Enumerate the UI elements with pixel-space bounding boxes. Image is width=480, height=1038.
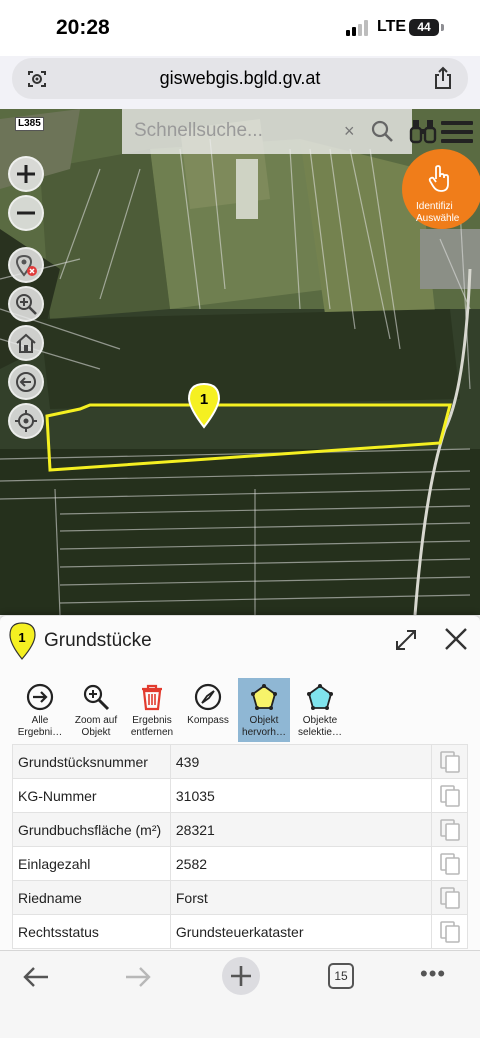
plus-icon bbox=[231, 966, 251, 986]
copy-cell[interactable] bbox=[431, 914, 468, 949]
attribute-key: Rechtsstatus bbox=[12, 914, 171, 949]
url-text[interactable]: giswebgis.bgld.gv.at bbox=[12, 68, 468, 89]
remove-result-button[interactable]: Ergebnis entfernen bbox=[126, 678, 178, 742]
copy-cell[interactable] bbox=[431, 880, 468, 915]
all-results-button[interactable]: Alle Ergebni… bbox=[14, 678, 66, 742]
plus-icon bbox=[17, 165, 35, 183]
battery-icon: 44 bbox=[409, 19, 439, 36]
quick-search[interactable]: Schnellsuche... × bbox=[122, 109, 412, 154]
attribute-key: Grundbuchsfläche (m²) bbox=[12, 812, 171, 847]
share-icon[interactable] bbox=[432, 66, 454, 90]
copy-cell[interactable] bbox=[431, 744, 468, 779]
binoculars-icon[interactable] bbox=[409, 118, 437, 144]
attribute-value: Forst bbox=[169, 880, 433, 915]
location-off-icon bbox=[15, 254, 37, 277]
address-bar[interactable]: giswebgis.bgld.gv.at bbox=[12, 58, 468, 99]
trash-icon bbox=[142, 684, 162, 711]
tool-label: Objekt hervorh… bbox=[242, 715, 286, 738]
highlight-polygon-icon bbox=[251, 684, 277, 710]
select-polygon-icon bbox=[307, 684, 333, 710]
select-objects-button[interactable]: Objekte selektie… bbox=[294, 678, 346, 742]
zoom-in-icon bbox=[83, 684, 110, 711]
attribute-value: 28321 bbox=[169, 812, 433, 847]
copy-icon[interactable] bbox=[439, 750, 461, 774]
locate-button[interactable] bbox=[8, 403, 44, 439]
more-icon[interactable]: ••• bbox=[420, 961, 446, 987]
attribute-table: Grundstücksnummer 439 KG-Nummer 31035 Grundb… bbox=[12, 744, 468, 949]
attribute-key: Riedname bbox=[12, 880, 171, 915]
copy-icon[interactable] bbox=[439, 920, 461, 944]
search-input[interactable]: Schnellsuche... bbox=[134, 120, 263, 142]
result-panel: 1 Grundstücke Alle Ergebni… Zoom auf Obj… bbox=[0, 615, 480, 950]
zoom-to-object-button[interactable]: Zoom auf Objekt bbox=[70, 678, 122, 742]
arrow-right-circle-icon bbox=[26, 683, 54, 711]
result-toolbar: Alle Ergebni… Zoom auf Objekt Ergebnis e… bbox=[12, 678, 472, 744]
map-marker-number: 1 bbox=[199, 391, 209, 408]
forward-icon[interactable] bbox=[124, 965, 152, 989]
copy-icon[interactable] bbox=[439, 852, 461, 876]
tool-label: Kompass bbox=[187, 715, 229, 726]
back-icon[interactable] bbox=[22, 965, 50, 989]
crosshair-icon bbox=[15, 410, 37, 432]
previous-view-button[interactable] bbox=[8, 364, 44, 400]
back-arrow-icon bbox=[16, 372, 36, 392]
home-button[interactable] bbox=[8, 325, 44, 361]
attribute-row: Einlagezahl 2582 bbox=[12, 846, 468, 881]
panel-header: 1 Grundstücke bbox=[0, 616, 480, 662]
attribute-row: Riedname Forst bbox=[12, 880, 468, 915]
road-label: L385 bbox=[15, 117, 44, 131]
attribute-row: KG-Nummer 31035 bbox=[12, 778, 468, 813]
new-tab-button[interactable] bbox=[222, 957, 260, 995]
attribute-key: KG-Nummer bbox=[12, 778, 171, 813]
zoom-in-button[interactable] bbox=[8, 156, 44, 192]
network-type: LTE bbox=[377, 18, 407, 35]
search-icon[interactable] bbox=[370, 119, 394, 143]
attribute-value: Grundsteuerkataster bbox=[169, 914, 433, 949]
tool-label: Alle Ergebni… bbox=[17, 715, 63, 738]
attribute-row: Grundstücksnummer 439 bbox=[12, 744, 468, 779]
compass-icon bbox=[194, 683, 222, 711]
tabs-button[interactable]: 15 bbox=[328, 963, 354, 989]
attribute-value: 31035 bbox=[169, 778, 433, 813]
minus-icon bbox=[17, 211, 35, 215]
browser-address-area: giswebgis.bgld.gv.at bbox=[0, 56, 480, 109]
copy-cell[interactable] bbox=[431, 812, 468, 847]
panel-title: Grundstücke bbox=[44, 630, 152, 651]
compass-button[interactable]: Kompass bbox=[182, 678, 234, 742]
attribute-row: Grundbuchsfläche (m²) 28321 bbox=[12, 812, 468, 847]
attribute-key: Grundstücksnummer bbox=[12, 744, 171, 779]
close-icon[interactable] bbox=[443, 626, 469, 652]
copy-icon[interactable] bbox=[439, 886, 461, 910]
zoom-area-icon bbox=[16, 294, 37, 315]
tool-label: Ergebnis entfernen bbox=[130, 715, 174, 738]
copy-icon[interactable] bbox=[439, 784, 461, 808]
browser-toolbar: 15 ••• bbox=[0, 950, 480, 1038]
location-toggle-button[interactable] bbox=[8, 247, 44, 283]
copy-cell[interactable] bbox=[431, 846, 468, 881]
tool-label: Zoom auf Objekt bbox=[74, 715, 118, 738]
copy-cell[interactable] bbox=[431, 778, 468, 813]
home-icon bbox=[16, 333, 36, 353]
attribute-value: 439 bbox=[169, 744, 433, 779]
attribute-value: 2582 bbox=[169, 846, 433, 881]
tool-label: Objekte selektie… bbox=[298, 715, 342, 738]
attribute-row: Rechtsstatus Grundsteuerkataster bbox=[12, 914, 468, 949]
clear-search-icon[interactable]: × bbox=[344, 121, 355, 142]
highlight-object-button[interactable]: Objekt hervorh… bbox=[238, 678, 290, 742]
zoom-area-button[interactable] bbox=[8, 286, 44, 322]
attribute-key: Einlagezahl bbox=[12, 846, 171, 881]
status-bar: 20:28 LTE 44 bbox=[0, 0, 480, 56]
result-marker-number: 1 bbox=[18, 630, 26, 645]
map-view[interactable]: L385 Schnellsuche... × Identifizi Auswäh… bbox=[0, 109, 480, 615]
zoom-out-button[interactable] bbox=[8, 195, 44, 231]
identify-label[interactable]: Identifizi Auswähle bbox=[416, 201, 480, 225]
copy-icon[interactable] bbox=[439, 818, 461, 842]
status-time: 20:28 bbox=[56, 16, 110, 39]
signal-icon bbox=[346, 20, 372, 36]
expand-icon[interactable] bbox=[394, 628, 418, 652]
battery-tip bbox=[441, 24, 444, 31]
screen: 20:28 LTE 44 giswebgis.bgld.gv.at L385 S… bbox=[0, 0, 480, 1038]
menu-icon[interactable] bbox=[441, 119, 473, 145]
pointer-hand-icon[interactable] bbox=[428, 165, 452, 193]
